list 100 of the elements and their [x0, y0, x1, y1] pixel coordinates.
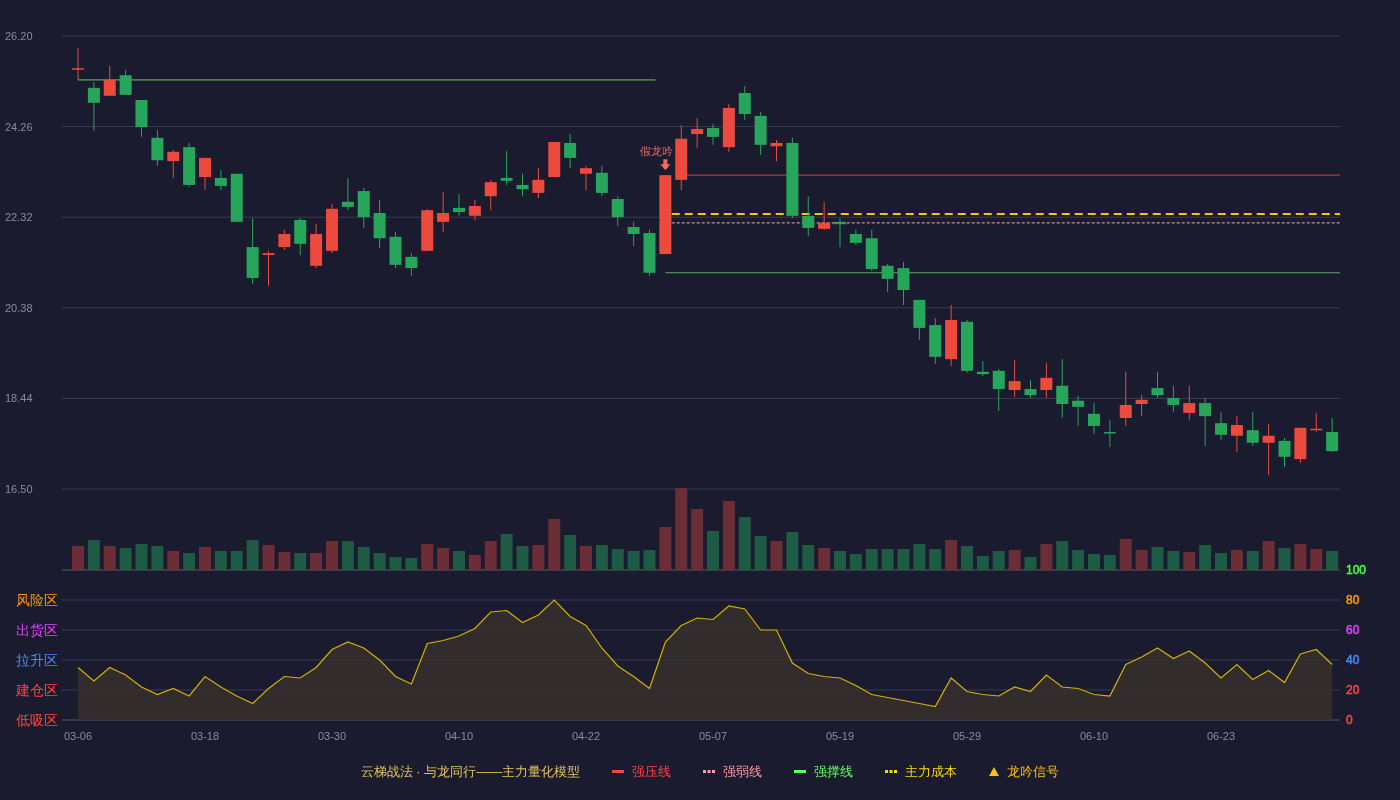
candlestick: [976, 360, 989, 377]
axis-label: 03-18: [190, 730, 220, 742]
candlestick: [516, 173, 529, 197]
volume-bar: [770, 541, 783, 570]
candlestick: [1135, 394, 1148, 417]
axis-label: 24.26: [5, 120, 33, 133]
axis-label: 03-06: [63, 730, 93, 742]
candlestick: [421, 208, 434, 252]
candlestick: [326, 203, 338, 254]
candlestick: [961, 319, 973, 374]
candlestick: [564, 133, 577, 169]
volume-bar: [961, 546, 973, 570]
candlestick: [167, 149, 180, 179]
axis-label: 05-29: [952, 730, 982, 742]
volume-bar: [691, 509, 704, 570]
volume-bar: [278, 552, 291, 570]
volume-bar: [881, 549, 894, 570]
volume-bar: [865, 549, 878, 570]
legend-label: 强压线: [632, 763, 672, 781]
volume-bar: [1278, 548, 1291, 570]
volume-bar: [738, 517, 751, 570]
candlestick: [135, 99, 148, 138]
candlestick: [1056, 358, 1069, 419]
axis-label: 22.32: [5, 211, 33, 224]
volume-bar: [643, 550, 656, 570]
volume-bar: [611, 549, 624, 570]
volume-bar: [167, 551, 180, 570]
volume-bar: [453, 551, 465, 570]
candlestick: [1326, 417, 1339, 453]
candlestick: [722, 103, 735, 153]
volume-bar: [834, 551, 846, 570]
volume-bar: [1088, 554, 1100, 570]
volume-bar: [103, 546, 116, 570]
candlestick: [580, 165, 592, 191]
candlestick: [818, 201, 831, 231]
legend-label: 主力成本: [905, 763, 958, 781]
axis-label: 06-10: [1079, 730, 1109, 742]
axis-label: 05-19: [825, 730, 855, 742]
volume-bar: [230, 551, 243, 570]
volume-bar: [1119, 539, 1132, 570]
volume-bar: [1135, 550, 1148, 570]
candlestick: [1199, 397, 1212, 447]
axis-label: 20: [1346, 683, 1360, 697]
signal-label: 假龙吟: [639, 145, 673, 158]
candlestick: [627, 221, 640, 247]
volume-bar: [532, 545, 545, 570]
candlestick: [1215, 411, 1227, 441]
volume-bar: [151, 546, 164, 570]
volume-bar: [183, 553, 196, 570]
axis-label: 04-22: [571, 730, 601, 742]
volume-bar: [548, 519, 561, 570]
zone-label: 拉升区: [16, 652, 58, 668]
volume-bar: [659, 527, 672, 570]
candlestick: [199, 157, 211, 191]
volume-bar: [992, 551, 1005, 570]
candlestick: [468, 199, 481, 221]
volume-bar: [119, 548, 132, 570]
candlestick: [1246, 411, 1259, 447]
volume-bar: [802, 545, 815, 570]
candlestick: [500, 150, 513, 186]
volume-bar: [437, 548, 450, 570]
candlestick: [754, 111, 767, 156]
volume-bar: [754, 536, 767, 570]
volume-bar: [580, 546, 592, 570]
volume-bar: [627, 551, 640, 570]
candlestick: [484, 179, 497, 211]
axis-label: 05-07: [698, 730, 728, 742]
candlestick: [389, 231, 402, 269]
axis-label: 03-30: [317, 730, 347, 742]
volume-bar: [1246, 551, 1259, 570]
candlestick: [691, 117, 704, 149]
candlestick: [707, 123, 719, 146]
volume-bar: [1310, 549, 1323, 570]
volume-bar: [326, 541, 338, 570]
volume-bar: [1151, 547, 1164, 570]
candlestick: [151, 129, 164, 167]
candlestick: [437, 191, 450, 233]
candlestick: [405, 252, 418, 277]
volume-bar: [135, 544, 148, 570]
candlestick: [1072, 395, 1085, 427]
volume-bar: [516, 546, 529, 570]
candlestick: [738, 85, 751, 121]
volume-bar: [945, 540, 958, 570]
volume-bar: [405, 558, 418, 570]
candlestick: [897, 261, 910, 306]
candlestick: [913, 299, 926, 341]
volume-bar: [1167, 551, 1180, 570]
candlestick: [675, 124, 688, 191]
volume-bar: [707, 531, 719, 570]
volume-bar: [262, 545, 275, 570]
volume-bar: [595, 545, 608, 570]
candlestick: [246, 217, 259, 285]
candlestick: [230, 173, 243, 223]
zone-label: 风险区: [16, 592, 58, 608]
axis-label: 16.50: [5, 483, 33, 495]
volume-bar: [294, 553, 307, 570]
volume-bar: [1215, 553, 1227, 570]
volume-bar: [373, 553, 386, 570]
zone-label: 出货区: [16, 622, 58, 638]
axis-label: 80: [1346, 593, 1360, 607]
